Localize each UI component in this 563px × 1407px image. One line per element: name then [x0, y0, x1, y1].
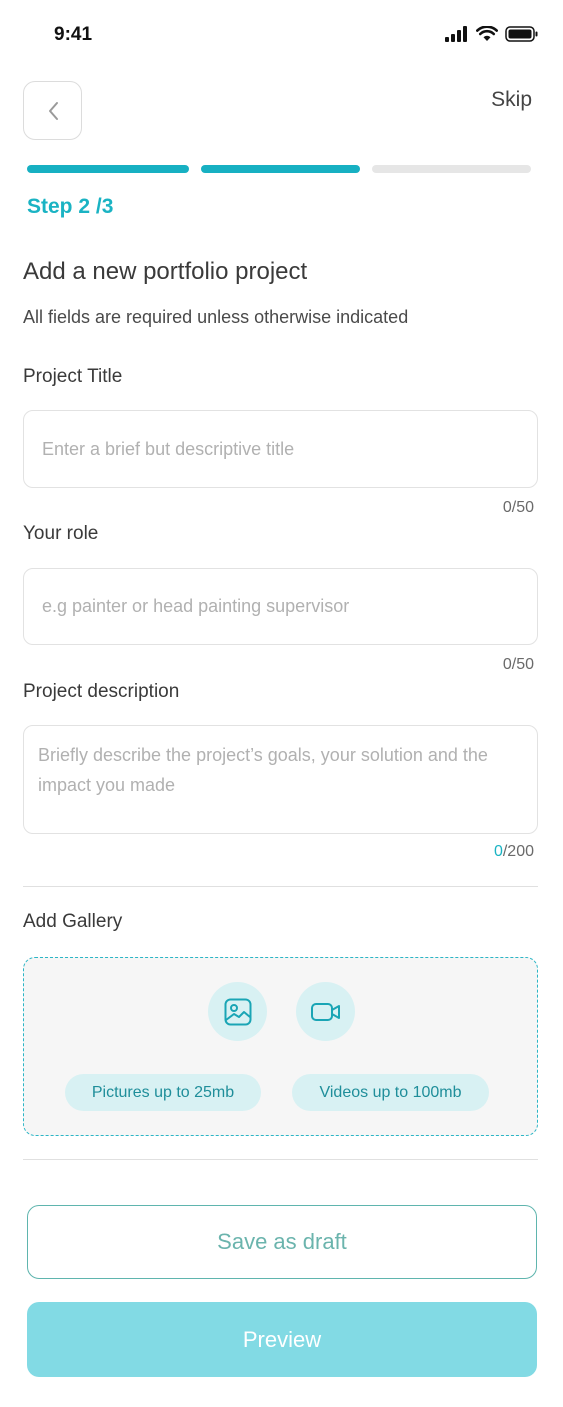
- project-title-label: Project Title: [23, 366, 123, 387]
- project-title-counter-max: /50: [511, 499, 534, 516]
- status-icons: [445, 26, 539, 42]
- step-progress-bar: [27, 165, 531, 173]
- description-counter: 0/200: [494, 843, 534, 861]
- add-video-button[interactable]: [296, 982, 355, 1041]
- portfolio-project-screen: 9:41 Skip Step 2 /3 Add a new portfolio …: [0, 0, 563, 1407]
- role-input[interactable]: [23, 568, 538, 645]
- videos-size-chip: Videos up to 100mb: [292, 1074, 489, 1111]
- cellular-signal-icon: [445, 26, 467, 42]
- project-title-counter: 0/50: [503, 499, 534, 517]
- skip-link[interactable]: Skip: [491, 88, 532, 112]
- gallery-label: Add Gallery: [23, 911, 123, 932]
- add-picture-button[interactable]: [208, 982, 267, 1041]
- description-textarea[interactable]: [23, 725, 538, 834]
- role-counter-current: 0: [502, 656, 512, 673]
- pictures-size-chip: Pictures up to 25mb: [65, 1074, 261, 1111]
- preview-button[interactable]: Preview: [27, 1302, 537, 1377]
- description-label: Project description: [23, 681, 180, 702]
- gallery-dropzone[interactable]: Pictures up to 25mb Videos up to 100mb: [23, 957, 538, 1136]
- progress-segment-3: [372, 165, 531, 173]
- status-time: 9:41: [54, 24, 93, 45]
- role-counter: 0/50: [503, 656, 534, 674]
- page-subtitle: All fields are required unless otherwise…: [23, 307, 409, 327]
- wifi-icon: [476, 26, 498, 41]
- step-label: Step 2 /3: [27, 195, 114, 218]
- role-label: Your role: [23, 523, 99, 544]
- progress-segment-1: [27, 165, 189, 173]
- role-counter-max: /50: [511, 656, 534, 673]
- chevron-left-icon: [48, 101, 58, 120]
- video-camera-icon: [310, 1002, 340, 1021]
- description-counter-current: 0: [493, 843, 503, 860]
- description-counter-max: /200: [502, 843, 534, 860]
- page-title: Add a new portfolio project: [23, 258, 308, 285]
- progress-segment-2: [201, 165, 360, 173]
- back-button[interactable]: [23, 81, 82, 140]
- battery-icon: [505, 26, 538, 42]
- save-draft-button[interactable]: Save as draft: [27, 1205, 537, 1279]
- project-title-input[interactable]: [23, 410, 538, 488]
- project-title-counter-current: 0: [502, 499, 512, 516]
- divider: [23, 886, 538, 887]
- image-icon: [224, 998, 251, 1025]
- divider: [23, 1159, 538, 1160]
